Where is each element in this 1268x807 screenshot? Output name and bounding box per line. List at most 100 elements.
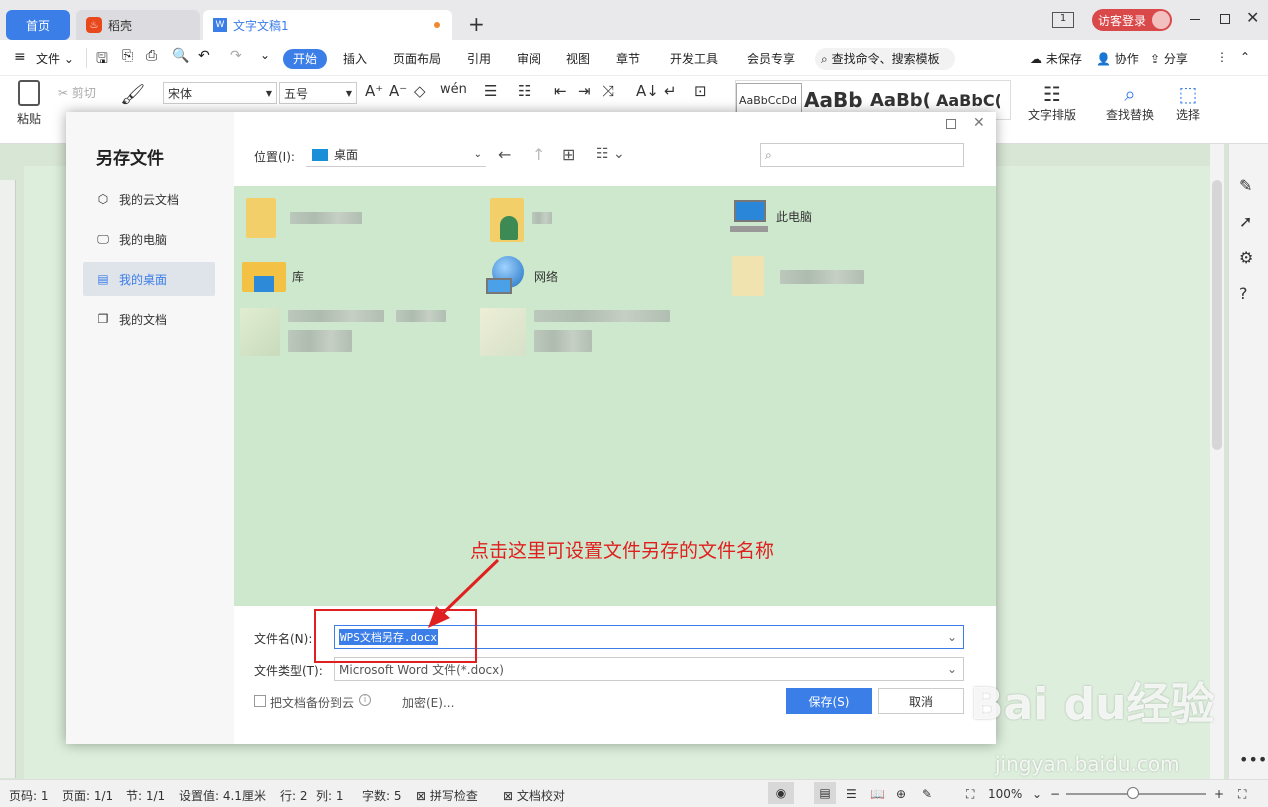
- zoom-dropdown-icon[interactable]: ⌄: [1032, 787, 1042, 801]
- command-search[interactable]: ⌕ 查找命令、搜索模板: [815, 48, 955, 70]
- info-icon[interactable]: i: [359, 694, 371, 706]
- grow-font-icon[interactable]: A⁺: [365, 82, 383, 100]
- sidebar-item-my-computer[interactable]: 🖵 我的电脑: [83, 222, 215, 256]
- print-icon[interactable]: ⎙: [146, 48, 157, 64]
- bullet-list-icon[interactable]: ☰: [484, 82, 497, 100]
- menu-reference[interactable]: 引用: [467, 50, 491, 67]
- style-heading-1[interactable]: AaBb: [802, 88, 868, 112]
- web-view-icon[interactable]: ⊕: [896, 787, 906, 801]
- font-select[interactable]: 宋体 ▼: [163, 82, 277, 104]
- save-icon[interactable]: 🖫: [96, 48, 108, 72]
- login-button[interactable]: 访客登录: [1092, 9, 1172, 31]
- menu-insert[interactable]: 插入: [343, 50, 367, 67]
- close-icon[interactable]: ✕: [1246, 8, 1259, 27]
- export-icon[interactable]: ⎘: [122, 48, 133, 64]
- zoom-out-icon[interactable]: −: [1050, 787, 1060, 801]
- minimize-icon[interactable]: [1190, 19, 1200, 20]
- up-arrow-icon[interactable]: ↑: [532, 145, 545, 164]
- menu-chapter[interactable]: 章节: [616, 50, 640, 67]
- menu-page-layout[interactable]: 页面布局: [393, 50, 441, 67]
- encrypt-link[interactable]: 加密(E)...: [402, 694, 454, 711]
- sliders-icon[interactable]: ⚙: [1239, 248, 1253, 267]
- file-item-blurred-folder[interactable]: [732, 256, 864, 296]
- save-button[interactable]: 保存(S): [786, 688, 872, 714]
- proofread-button[interactable]: ⊠ 文档校对: [503, 787, 565, 804]
- decrease-indent-icon[interactable]: ⇤: [554, 82, 567, 100]
- cursor-icon[interactable]: ➚: [1239, 212, 1252, 231]
- find-replace-button[interactable]: ⌕ 查找替换: [1106, 82, 1154, 123]
- collapse-ribbon-icon[interactable]: ⌃: [1240, 50, 1250, 64]
- spell-check-button[interactable]: ⊠ 拼写检查: [416, 787, 478, 804]
- share-button[interactable]: ⇪ 分享: [1150, 50, 1188, 67]
- select-button[interactable]: ⬚ 选择: [1176, 82, 1200, 123]
- fit-page-icon[interactable]: ⛶: [966, 787, 974, 802]
- tab-document[interactable]: W 文字文稿1: [203, 10, 452, 40]
- style-heading-3[interactable]: AaBbC(: [934, 91, 1000, 110]
- fullscreen-icon[interactable]: ⛶: [1238, 787, 1246, 802]
- help-icon[interactable]: ?: [1239, 284, 1248, 303]
- more-dots-icon[interactable]: •••: [1239, 750, 1267, 769]
- pen-icon[interactable]: ✎: [1239, 176, 1252, 195]
- location-select[interactable]: 桌面 ⌄: [306, 143, 486, 167]
- file-item-blurred-2[interactable]: [480, 308, 680, 358]
- write-view-icon[interactable]: ✎: [922, 787, 932, 801]
- scroll-thumb[interactable]: [1212, 180, 1222, 450]
- paste-button[interactable]: 粘贴: [12, 80, 46, 130]
- page-count-icon[interactable]: 1: [1052, 12, 1074, 28]
- tab-daoke[interactable]: ♨ 稻壳: [76, 10, 200, 40]
- file-item-library[interactable]: 库: [242, 258, 304, 294]
- outline-view-icon[interactable]: ☰: [846, 787, 857, 801]
- cancel-button[interactable]: 取消: [878, 688, 964, 714]
- eye-protect-icon[interactable]: ◉: [768, 782, 794, 804]
- more-down-icon[interactable]: ⌄: [260, 48, 270, 62]
- phonetic-icon[interactable]: wén: [440, 82, 467, 97]
- file-item-user-folder[interactable]: [490, 198, 552, 242]
- number-list-icon[interactable]: ☷: [518, 82, 531, 100]
- new-tab-button[interactable]: +: [468, 12, 485, 36]
- unsaved-button[interactable]: ☁ 未保存: [1030, 50, 1082, 67]
- reading-view-icon[interactable]: 📖: [870, 787, 885, 801]
- cut-button[interactable]: ✂ 剪切: [58, 84, 96, 101]
- zoom-in-icon[interactable]: +: [1214, 787, 1224, 801]
- menu-member[interactable]: 会员专享: [747, 50, 795, 67]
- tab-home[interactable]: 首页: [6, 10, 70, 40]
- clear-format-icon[interactable]: ◇: [414, 82, 426, 100]
- text-direction-icon[interactable]: ⤨: [602, 82, 614, 100]
- new-folder-icon[interactable]: ⊞: [562, 145, 575, 164]
- redo-icon[interactable]: ↷: [230, 48, 242, 64]
- page-view-icon[interactable]: ▤: [814, 782, 836, 804]
- text-layout-button[interactable]: ☷ 文字排版: [1028, 82, 1076, 123]
- file-item-this-pc[interactable]: 此电脑: [728, 198, 812, 234]
- preview-icon[interactable]: 🔍: [172, 48, 189, 64]
- style-heading-2[interactable]: AaBb(: [868, 90, 934, 111]
- more-icon[interactable]: ⋮: [1216, 50, 1228, 64]
- zoom-slider-thumb[interactable]: [1127, 787, 1139, 799]
- hamburger-icon[interactable]: ≡: [14, 49, 26, 65]
- file-item-folder[interactable]: [246, 198, 362, 238]
- back-arrow-icon[interactable]: ←: [498, 145, 511, 164]
- paragraph-mark-icon[interactable]: ↵: [664, 82, 677, 100]
- shrink-font-icon[interactable]: A⁻: [389, 82, 407, 100]
- maximize-icon[interactable]: [1220, 14, 1230, 24]
- size-select[interactable]: 五号 ▼: [279, 82, 357, 104]
- menu-start-tab[interactable]: 开始: [283, 49, 327, 69]
- view-mode-icon[interactable]: ☷ ⌄: [596, 146, 625, 162]
- dialog-close-icon[interactable]: ✕: [973, 115, 985, 131]
- menu-review[interactable]: 审阅: [517, 50, 541, 67]
- backup-checkbox[interactable]: [254, 695, 266, 707]
- increase-indent-icon[interactable]: ⇥: [578, 82, 591, 100]
- sort-icon[interactable]: A↓: [636, 82, 659, 100]
- format-painter-icon[interactable]: 🖌: [120, 82, 145, 106]
- chevron-down-icon[interactable]: ⌄: [947, 630, 957, 644]
- menu-dev-tools[interactable]: 开发工具: [670, 50, 718, 67]
- tab-stops-icon[interactable]: ⊡: [694, 82, 707, 100]
- file-item-blurred-1[interactable]: [240, 308, 450, 358]
- undo-icon[interactable]: ↶: [198, 48, 210, 64]
- menu-view[interactable]: 视图: [566, 50, 590, 67]
- file-menu[interactable]: 文件 ⌄: [36, 50, 74, 67]
- dialog-search-input[interactable]: ⌕: [760, 143, 964, 167]
- sidebar-item-cloud-docs[interactable]: ⬡ 我的云文档: [83, 182, 215, 216]
- dialog-maximize-icon[interactable]: [946, 119, 956, 129]
- file-item-network[interactable]: 网络: [486, 256, 558, 296]
- sidebar-item-desktop[interactable]: ▤ 我的桌面: [83, 262, 215, 296]
